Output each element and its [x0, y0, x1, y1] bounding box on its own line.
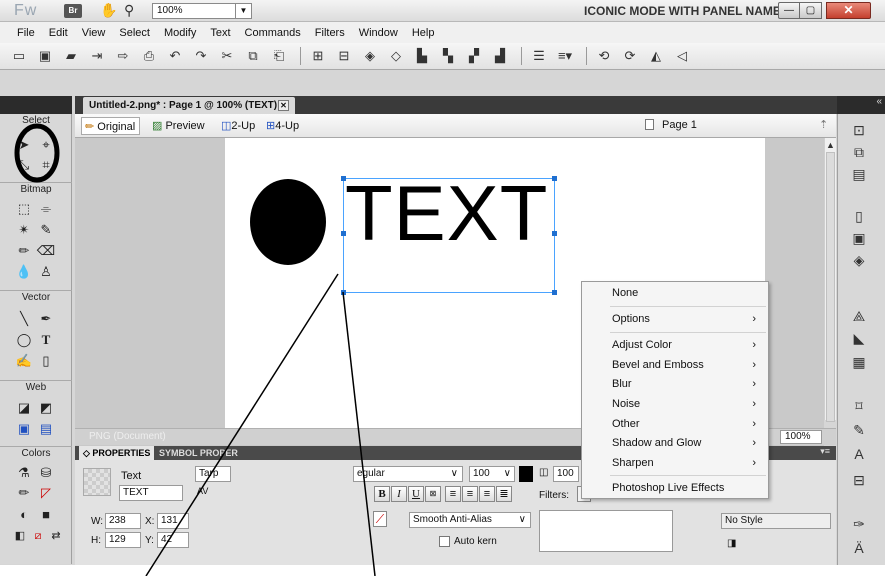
highlight-circle — [14, 123, 60, 183]
callout-line-right — [342, 291, 376, 576]
annotation-overlay — [14, 123, 376, 576]
callout-line-left — [145, 273, 339, 576]
